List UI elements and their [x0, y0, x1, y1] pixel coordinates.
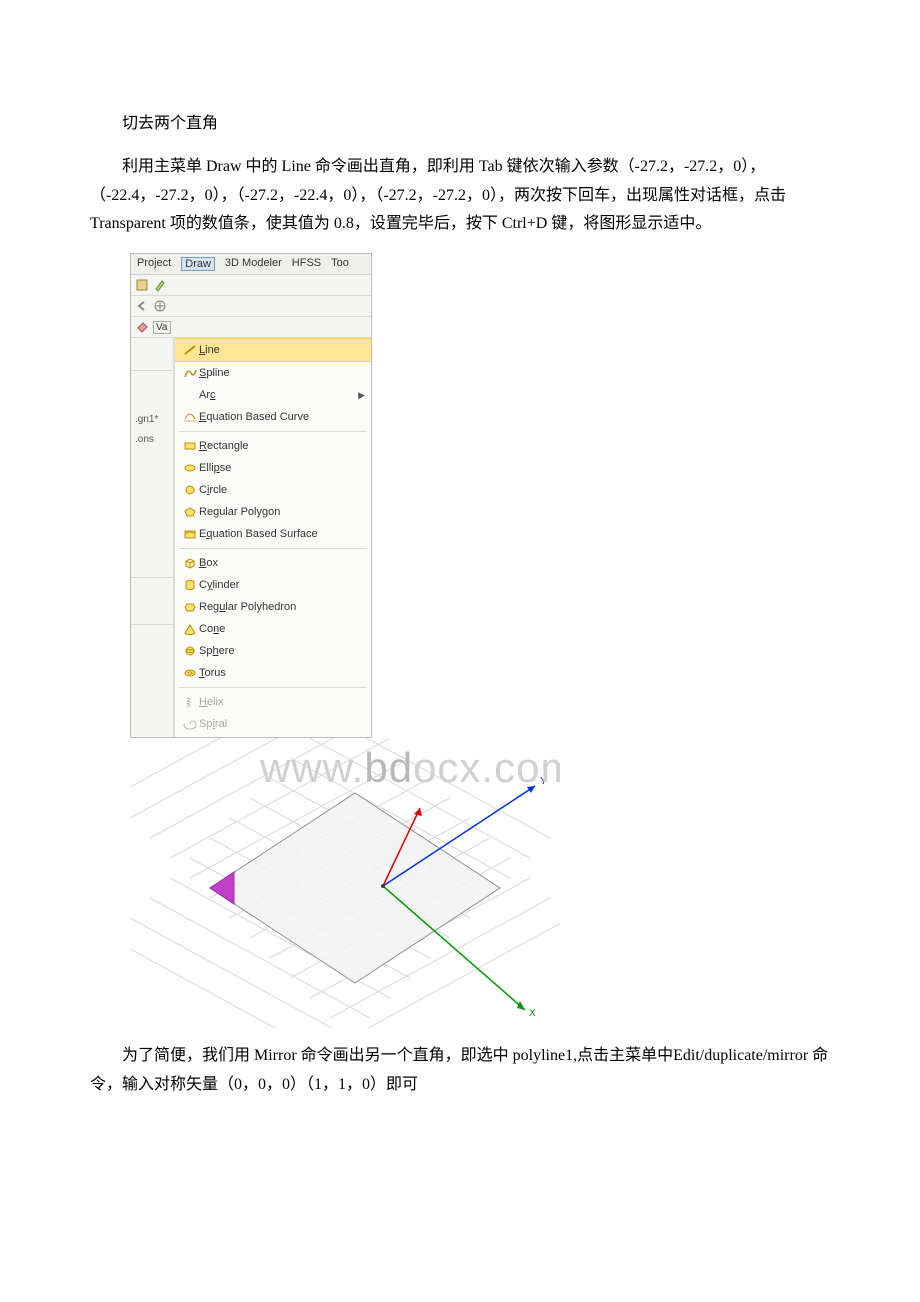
menu-item-eq-curve[interactable]: Equation Based Curve — [175, 406, 371, 428]
svg-text:Y: Y — [540, 776, 547, 787]
menu-separator — [179, 687, 367, 688]
spline-icon — [181, 366, 199, 380]
menu-item-regular-polygon[interactable]: Regular Polygon — [175, 501, 371, 523]
menu-item-cone[interactable]: Cone — [175, 618, 371, 640]
regpolyh-icon — [181, 600, 199, 614]
menu-item-helix: Helix — [175, 691, 371, 713]
menu-separator — [179, 431, 367, 432]
rect-icon — [181, 439, 199, 453]
paragraph-2: 为了简便，我们用 Mirror 命令画出另一个直角，即选中 polyline1,… — [90, 1042, 830, 1100]
menu-separator — [179, 548, 367, 549]
menu-project[interactable]: Project — [137, 257, 171, 271]
menu-item-ellipse[interactable]: Ellipse — [175, 457, 371, 479]
file-ons: .ons — [131, 431, 173, 451]
menubar: Project Draw 3D Modeler HFSS Too — [131, 254, 371, 275]
polyline1-triangle — [210, 872, 234, 904]
svg-text:X: X — [529, 1008, 536, 1019]
heading: 切去两个直角 — [90, 110, 830, 139]
draw-menu-screenshot: Project Draw 3D Modeler HFSS Too Va — [130, 253, 372, 738]
menu-hfss[interactable]: HFSS — [292, 257, 321, 271]
box-icon — [181, 556, 199, 570]
toolbar-row-2 — [131, 296, 371, 317]
globe-icon — [153, 299, 167, 313]
torus-icon — [181, 666, 199, 680]
helix-icon — [181, 695, 199, 709]
menu-item-spline[interactable]: Spline — [175, 362, 371, 384]
cone-icon — [181, 622, 199, 636]
paste-icon — [135, 278, 149, 292]
menu-item-cylinder[interactable]: Cylinder — [175, 574, 371, 596]
va-box: Va — [153, 321, 171, 334]
paragraph-1: 利用主菜单 Draw 中的 Line 命令画出直角，即利用 Tab 键依次输入参… — [90, 153, 830, 239]
menu-item-line[interactable]: Line — [175, 338, 371, 362]
menu-draw[interactable]: Draw — [181, 257, 215, 271]
circle-icon — [181, 483, 199, 497]
paint-bucket-icon — [135, 320, 149, 334]
nav-left-icon — [135, 299, 149, 313]
ellipse-icon — [181, 461, 199, 475]
menu-item-arc[interactable]: Arc ▶ — [175, 384, 371, 406]
submenu-arrow-icon: ▶ — [358, 390, 365, 401]
spiral-icon — [181, 717, 199, 731]
regpoly-icon — [181, 505, 199, 519]
eqsurf-icon — [181, 527, 199, 541]
viewport-3d: www.bdocx.com — [130, 738, 560, 1028]
arc-icon — [181, 388, 199, 402]
toolbar-row-3: Va — [131, 317, 371, 338]
menu-item-torus[interactable]: Torus — [175, 662, 371, 684]
menu-item-rectangle[interactable]: Rectangle — [175, 435, 371, 457]
sphere-icon — [181, 644, 199, 658]
toolbar-row-1 — [131, 275, 371, 296]
cyl-icon — [181, 578, 199, 592]
viewport-svg: Y X — [130, 738, 560, 1028]
left-sidebar-stub: .gn1* .ons — [131, 338, 174, 737]
menu-item-spiral: Spiral — [175, 713, 371, 735]
menu-item-eq-surface[interactable]: Equation Based Surface — [175, 523, 371, 545]
menu-item-regular-polyhedron[interactable]: Regular Polyhedron — [175, 596, 371, 618]
paint-icon — [153, 278, 167, 292]
menu-item-sphere[interactable]: Sphere — [175, 640, 371, 662]
draw-dropdown: Line Spline Arc ▶ Equation Based Curve — [174, 338, 371, 737]
menu-item-box[interactable]: Box — [175, 552, 371, 574]
file-gn1: .gn1* — [131, 411, 173, 431]
eqcurve-icon — [181, 410, 199, 424]
line-icon — [181, 343, 199, 357]
menu-extra[interactable]: Too — [331, 257, 349, 271]
menu-3d-modeler[interactable]: 3D Modeler — [225, 257, 282, 271]
menu-item-circle[interactable]: Circle — [175, 479, 371, 501]
figure-menu-screenshot: Project Draw 3D Modeler HFSS Too Va — [130, 253, 830, 1028]
